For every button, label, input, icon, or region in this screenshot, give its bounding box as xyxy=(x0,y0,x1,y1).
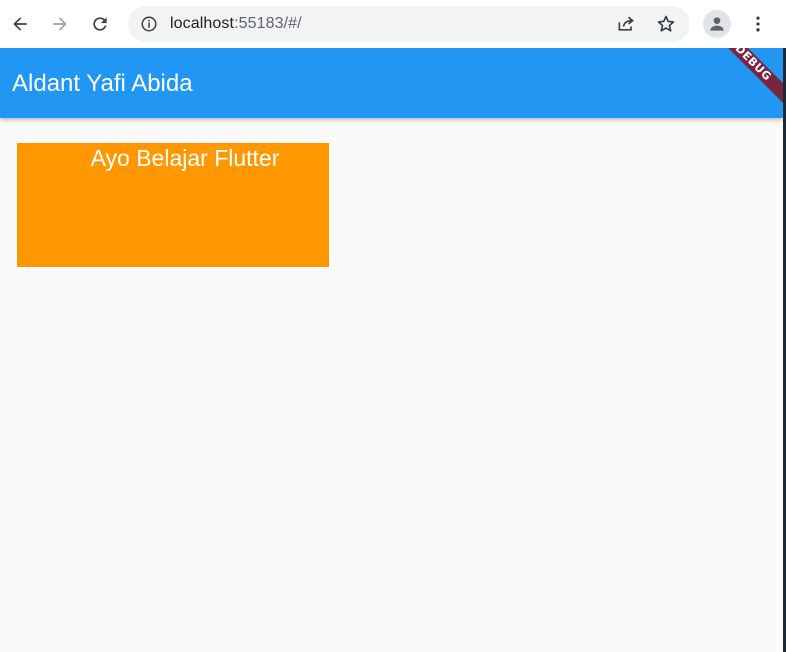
url-host: localhost xyxy=(170,15,235,32)
profile-icon xyxy=(710,17,724,31)
arrow-right-icon xyxy=(53,17,67,31)
share-icon[interactable] xyxy=(616,14,636,34)
app-bar: Aldant Yafi Abida xyxy=(0,48,783,118)
app-bar-title: Aldant Yafi Abida xyxy=(12,70,193,97)
flutter-app: Aldant Yafi Abida DEBUG Ayo Belajar Flut… xyxy=(0,48,783,652)
container-text: Ayo Belajar Flutter xyxy=(90,145,280,171)
url-path: :55183/#/ xyxy=(234,15,302,32)
url-text[interactable]: localhost:55183/#/ xyxy=(170,15,302,33)
browser-toolbar: localhost:55183/#/ xyxy=(0,0,786,48)
reload-icon xyxy=(93,17,107,31)
arrow-left-icon xyxy=(13,17,27,31)
address-bar[interactable]: localhost:55183/#/ xyxy=(128,6,690,42)
star-icon[interactable] xyxy=(656,14,676,34)
kebab-menu-icon[interactable] xyxy=(748,14,768,34)
forward-button[interactable] xyxy=(44,8,76,40)
orange-container: Ayo Belajar Flutter xyxy=(17,143,329,267)
profile-button[interactable] xyxy=(703,10,731,38)
reload-button[interactable] xyxy=(84,8,116,40)
back-button[interactable] xyxy=(4,8,36,40)
info-icon[interactable] xyxy=(140,15,158,33)
